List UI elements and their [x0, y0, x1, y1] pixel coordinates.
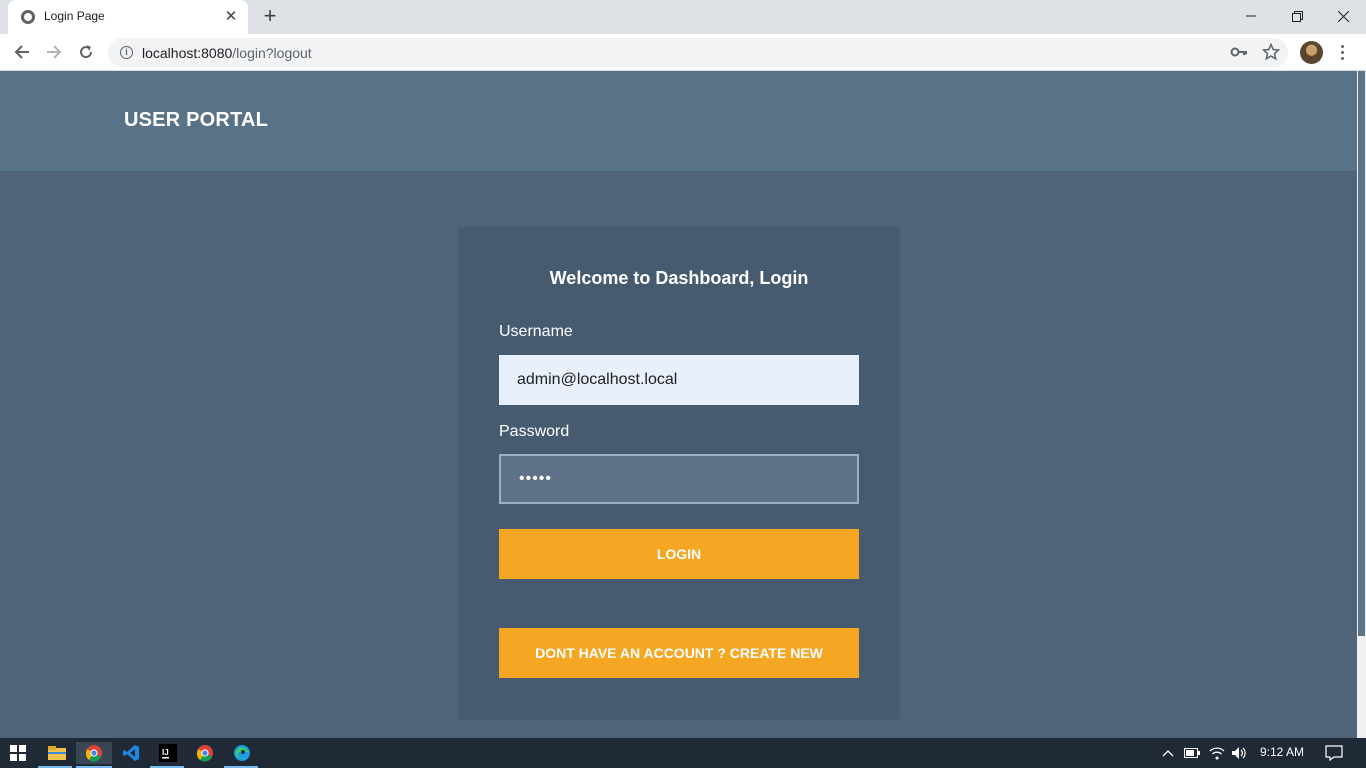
address-bar[interactable]: i localhost:8080/login?logout — [108, 38, 1288, 67]
page-scrollbar[interactable] — [1357, 71, 1366, 738]
wifi-icon[interactable] — [1206, 742, 1228, 764]
edge-icon[interactable] — [231, 742, 253, 764]
windows-start-icon[interactable] — [7, 742, 29, 764]
login-button[interactable]: LOGIN — [499, 529, 859, 579]
password-input[interactable] — [499, 454, 859, 504]
minimize-button[interactable] — [1228, 0, 1274, 32]
restore-button[interactable] — [1274, 0, 1320, 32]
clock[interactable]: 9:12 AM — [1260, 745, 1304, 759]
username-label: Username — [499, 323, 573, 340]
vscode-icon[interactable] — [120, 742, 142, 764]
password-label: Password — [499, 423, 570, 440]
intellij-icon[interactable]: IJ — [157, 742, 179, 764]
chrome-icon[interactable] — [194, 742, 216, 764]
windows-taskbar: IJ 9:12 AM — [0, 738, 1366, 768]
login-card: Welcome to Dashboard, Login Username Pas… — [459, 228, 899, 719]
chevron-up-icon[interactable] — [1157, 742, 1179, 764]
create-account-button[interactable]: DONT HAVE AN ACCOUNT ? CREATE NEW — [499, 628, 859, 678]
chrome-icon[interactable] — [76, 742, 112, 764]
page-content: USER PORTAL Welcome to Dashboard, Login … — [0, 71, 1357, 738]
reload-button[interactable] — [74, 40, 98, 64]
site-header: USER PORTAL — [0, 71, 1357, 171]
scrollbar-thumb[interactable] — [1358, 71, 1365, 636]
login-title: Welcome to Dashboard, Login — [549, 268, 809, 288]
close-window-button[interactable] — [1320, 0, 1366, 32]
key-icon[interactable] — [1230, 44, 1248, 65]
brand-title[interactable]: USER PORTAL — [124, 109, 268, 132]
svg-text:IJ: IJ — [162, 748, 169, 757]
forward-button[interactable] — [42, 40, 66, 64]
notification-icon[interactable] — [1323, 742, 1345, 764]
browser-tabstrip: Login Page ✕ + — [0, 0, 1366, 34]
profile-avatar[interactable] — [1300, 41, 1323, 64]
browser-tab[interactable]: Login Page ✕ — [8, 0, 248, 34]
arrow-right-icon — [47, 45, 62, 59]
volume-icon[interactable] — [1228, 742, 1250, 764]
info-icon[interactable]: i — [120, 46, 133, 59]
browser-toolbar: i localhost:8080/login?logout — [0, 34, 1366, 71]
battery-icon[interactable] — [1181, 742, 1203, 764]
close-tab-icon[interactable]: ✕ — [222, 8, 240, 26]
reload-icon — [80, 45, 93, 59]
back-button[interactable] — [10, 40, 34, 64]
url-text[interactable]: localhost:8080/login?logout — [142, 45, 312, 61]
tab-title: Login Page — [44, 9, 105, 23]
globe-icon — [21, 10, 35, 24]
arrow-left-icon — [14, 45, 29, 59]
file-explorer-icon[interactable] — [46, 742, 68, 764]
username-input[interactable] — [499, 355, 859, 405]
more-menu-icon[interactable] — [1336, 40, 1348, 64]
bookmark-star-icon[interactable] — [1261, 42, 1281, 66]
new-tab-button[interactable]: + — [259, 5, 281, 27]
